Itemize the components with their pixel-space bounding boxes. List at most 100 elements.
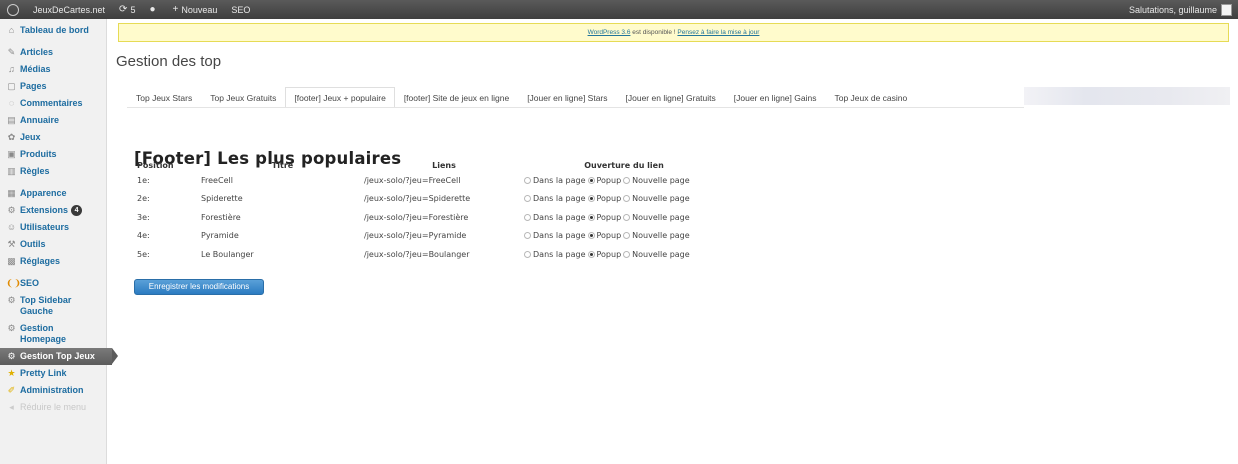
table-row: 4e: Pyramide/jeux-solo/?jeu=Pyramide Dans … xyxy=(131,227,724,246)
my-account-menu[interactable]: Salutations, guillaume xyxy=(1129,3,1238,16)
open-mode-option[interactable]: Dans la page xyxy=(524,213,586,222)
sidebar-item-medias[interactable]: ♫ Médias xyxy=(0,61,106,78)
sidebar-item-annuaire[interactable]: ▤ Annuaire xyxy=(0,112,106,129)
row-link-field[interactable]: /jeux-solo/?jeu=FreeCell xyxy=(364,171,524,190)
radio-button[interactable] xyxy=(623,195,631,203)
row-link-field[interactable]: /jeux-solo/?jeu=Pyramide xyxy=(364,227,524,246)
open-mode-option[interactable]: Popup xyxy=(587,250,621,259)
radio-button[interactable] xyxy=(587,232,595,240)
row-link-field[interactable]: /jeux-solo/?jeu=Boulanger xyxy=(364,245,524,264)
radio-button[interactable] xyxy=(524,195,531,203)
radio-button[interactable] xyxy=(524,213,531,221)
wp-logo-menu[interactable] xyxy=(0,0,26,19)
row-title-field[interactable]: FreeCell xyxy=(201,171,364,190)
tab-footer-site-jeux[interactable]: [footer] Site de jeux en ligne xyxy=(395,87,518,108)
sidebar-item-produits[interactable]: ▣ Produits xyxy=(0,146,106,163)
radio-button[interactable] xyxy=(623,232,631,240)
sidebar-item-pretty-link[interactable]: ★ Pretty Link xyxy=(0,365,106,382)
rules-icon: ▥ xyxy=(7,166,16,176)
open-mode-label: Dans la page xyxy=(533,231,586,241)
sidebar-item-extensions[interactable]: ⚙ Extensions 4 xyxy=(0,202,106,219)
radio-button[interactable] xyxy=(524,232,531,240)
row-position: 3e: xyxy=(137,212,150,222)
open-mode-label: Dans la page xyxy=(533,249,586,259)
sidebar-item-seo[interactable]: ❨❩ SEO xyxy=(0,275,106,292)
new-content-link[interactable]: + Nouveau xyxy=(166,0,225,19)
open-mode-option[interactable]: Dans la page xyxy=(524,231,586,240)
radio-button[interactable] xyxy=(587,250,595,258)
row-title-field[interactable]: Spiderette xyxy=(201,190,364,209)
new-content-label: Nouveau xyxy=(181,4,218,15)
row-link-field[interactable]: /jeux-solo/?jeu=Forestière xyxy=(364,208,524,227)
updates-link[interactable]: ⟳ 5 xyxy=(112,0,142,19)
sidebar-item-regles[interactable]: ▥ Règles xyxy=(0,163,106,180)
open-mode-option[interactable]: Popup xyxy=(587,194,621,203)
open-mode-option[interactable]: Popup xyxy=(587,231,621,240)
row-title-field[interactable]: Le Boulanger xyxy=(201,245,364,264)
open-mode-option[interactable]: Nouvelle page xyxy=(623,194,690,203)
sidebar-item-reglages[interactable]: ▩ Réglages xyxy=(0,253,106,270)
open-mode-option[interactable]: Nouvelle page xyxy=(623,250,690,259)
tools-icon: ⚒ xyxy=(7,239,16,249)
tab-jouer-gains[interactable]: [Jouer en ligne] Gains xyxy=(725,87,826,108)
open-mode-label: Popup xyxy=(596,175,622,185)
radio-button[interactable] xyxy=(587,195,595,203)
open-mode-option[interactable]: Nouvelle page xyxy=(623,231,690,240)
seo-menu-link[interactable]: SEO xyxy=(224,0,257,19)
site-name-link[interactable]: JeuxDeCartes.net xyxy=(26,0,112,19)
tab-footer-jeux-populaire[interactable]: [footer] Jeux + populaire xyxy=(285,87,395,108)
radio-button[interactable] xyxy=(623,213,631,221)
save-changes-button[interactable]: Enregistrer les modifications xyxy=(134,279,264,295)
radio-button[interactable] xyxy=(623,176,631,184)
tab-top-jeux-gratuits[interactable]: Top Jeux Gratuits xyxy=(201,87,285,108)
tab-jouer-gratuits[interactable]: [Jouer en ligne] Gratuits xyxy=(617,87,725,108)
tab-top-jeux-stars[interactable]: Top Jeux Stars xyxy=(127,87,201,108)
sidebar-item-gestion-top-jeux[interactable]: ⚙ Gestion Top Jeux xyxy=(0,348,118,365)
sidebar-item-administration[interactable]: ✐ Administration xyxy=(0,382,106,399)
tab-jouer-stars[interactable]: [Jouer en ligne] Stars xyxy=(518,87,616,108)
sidebar-item-apparence[interactable]: ▦ Apparence xyxy=(0,185,106,202)
avatar xyxy=(1221,3,1232,16)
open-mode-option[interactable]: Dans la page xyxy=(524,176,586,185)
open-mode-option[interactable]: Popup xyxy=(587,212,622,222)
sidebar-item-top-sidebar[interactable]: ⚙ Top Sidebar Gauche xyxy=(0,292,106,320)
sidebar-item-label: Extensions xyxy=(20,205,69,215)
open-mode-option[interactable]: Dans la page xyxy=(524,250,586,259)
games-icon: ✿ xyxy=(7,132,16,142)
comments-link[interactable]: ● xyxy=(142,0,165,19)
sidebar-item-outils[interactable]: ⚒ Outils xyxy=(0,236,106,253)
sidebar-collapse-menu[interactable]: ◂ Réduire le menu xyxy=(0,399,106,416)
table-row: 2e: Spiderette/jeux-solo/?jeu=Spiderette D… xyxy=(131,190,724,209)
row-open-mode: Dans la page Popup Nouvelle page xyxy=(524,190,724,209)
open-mode-label: Popup xyxy=(596,212,622,222)
sidebar-item-utilisateurs[interactable]: ☺ Utilisateurs xyxy=(0,219,106,236)
row-link-field[interactable]: /jeux-solo/?jeu=Spiderette xyxy=(364,190,524,209)
update-now-link[interactable]: Pensez à faire la mise à jour xyxy=(677,29,759,36)
sidebar-item-jeux[interactable]: ✿ Jeux xyxy=(0,129,106,146)
radio-button[interactable] xyxy=(524,250,531,258)
sidebar-item-label: Administration xyxy=(20,385,84,395)
sidebar-item-articles[interactable]: ✎ Articles xyxy=(0,44,106,61)
radio-button[interactable] xyxy=(587,176,595,184)
radio-button[interactable] xyxy=(587,213,595,221)
row-title-field[interactable]: Forestière xyxy=(201,208,364,227)
admin-sidebar: ⌂ Tableau de bord ✎ Articles ♫ Médias ▢ Page… xyxy=(0,19,118,464)
wordpress-version-link[interactable]: WordPress 3.6 xyxy=(588,29,631,36)
sidebar-item-pages[interactable]: ▢ Pages xyxy=(0,78,106,95)
sidebar-item-dashboard[interactable]: ⌂ Tableau de bord xyxy=(0,22,106,39)
sidebar-item-label: Apparence xyxy=(20,188,67,198)
sidebar-item-comments[interactable]: ◌ Commentaires xyxy=(0,95,106,112)
admin-bar: JeuxDeCartes.net ⟳ 5 ● + Nouveau SEO Salut… xyxy=(0,0,1238,19)
sidebar-item-gestion-homepage[interactable]: ⚙ Gestion Homepage xyxy=(0,320,106,348)
admin-icon: ✐ xyxy=(7,385,16,395)
tab-top-jeux-casino[interactable]: Top Jeux de casino xyxy=(825,87,916,108)
row-title-field[interactable]: Pyramide xyxy=(201,227,364,246)
open-mode-option[interactable]: Nouvelle page xyxy=(623,213,690,222)
open-mode-option[interactable]: Dans la page xyxy=(524,194,586,203)
star-icon: ★ xyxy=(7,368,16,378)
tab-bar-overflow xyxy=(1024,87,1230,105)
radio-button[interactable] xyxy=(524,176,531,184)
radio-button[interactable] xyxy=(623,250,631,258)
open-mode-option[interactable]: Popup xyxy=(587,175,622,185)
open-mode-option[interactable]: Nouvelle page xyxy=(623,176,690,185)
